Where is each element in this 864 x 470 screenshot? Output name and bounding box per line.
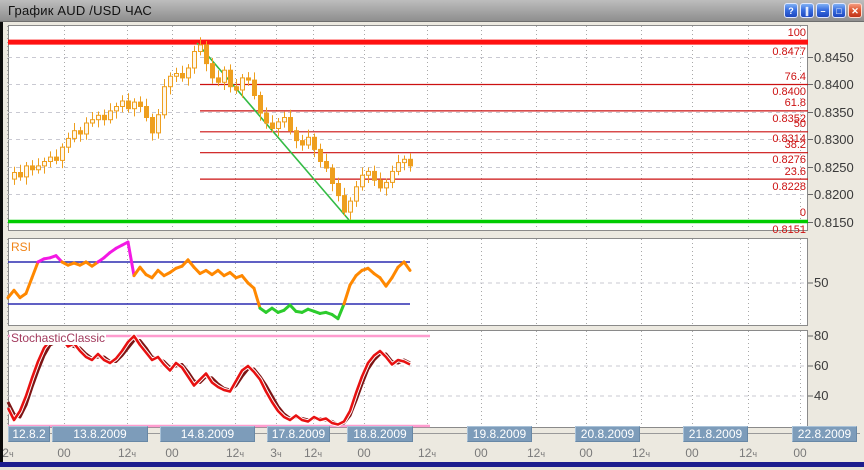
date-axis-label: 14.8.2009: [160, 426, 255, 442]
time-axis-label: 00: [357, 446, 370, 460]
chart-graphics: [0, 0, 864, 470]
price-axis-label: 0.8250: [814, 160, 854, 175]
fib-pct-label: 38.2: [746, 139, 806, 151]
fib-price-label: 0.8151: [746, 224, 806, 236]
stochastic-indicator-label: StochasticClassic: [10, 331, 106, 345]
date-axis-label: 19.8.2009: [467, 426, 532, 442]
time-axis-label: 00: [793, 446, 806, 460]
time-axis-label: 3ч: [270, 446, 281, 460]
time-axis-label: 12ч: [118, 446, 136, 460]
fib-pct-label: 50: [746, 118, 806, 130]
date-axis-label: 18.8.2009: [347, 426, 413, 442]
chart-window: График AUD /USD ЧАС ?∥–□✕ RSI Stochastic…: [0, 0, 864, 470]
time-axis-label: 12ч: [527, 446, 545, 460]
date-axis-label: 13.8.2009: [52, 426, 148, 442]
window-left-edge: [0, 22, 3, 463]
fib-price-label: 0.8477: [746, 46, 806, 58]
stochastic-graphics: [8, 336, 813, 426]
fib-price-label: 0.8276: [746, 154, 806, 166]
time-axis-label: 12ч: [418, 446, 436, 460]
stoch-main-line: [8, 336, 410, 425]
time-axis-label: 2ч: [2, 446, 13, 460]
fib-price-label: 0.8228: [746, 181, 806, 193]
fib-pct-label: 100: [746, 27, 806, 39]
price-axis-label: 0.8300: [814, 132, 854, 147]
stoch-axis-label: 40: [814, 388, 828, 403]
date-axis-label: 12.8.2: [8, 426, 50, 442]
time-axis-label: 00: [165, 446, 178, 460]
candlesticks: [13, 37, 413, 220]
time-axis-label: 00: [579, 446, 592, 460]
rsi-axis-label: 50: [814, 275, 828, 290]
fib-pct-label: 23.6: [746, 166, 806, 178]
date-axis-label: 22.8.2009: [792, 426, 857, 442]
fib-pct-label: 0: [746, 207, 806, 219]
price-axis-label: 0.8150: [814, 215, 854, 230]
time-axis-label: 12ч: [632, 446, 650, 460]
time-axis-label: 12ч: [739, 446, 757, 460]
time-axis-label: 00: [57, 446, 70, 460]
time-axis-label: 12ч: [304, 446, 322, 460]
rsi-indicator-label: RSI: [10, 240, 32, 254]
fib-pct-label: 76.4: [746, 71, 806, 83]
stoch-axis-label: 80: [814, 328, 828, 343]
price-axis-label: 0.8200: [814, 187, 854, 202]
fib-price-label: 0.8400: [746, 86, 806, 98]
date-axis-label: 21.8.2009: [683, 426, 748, 442]
price-axis-label: 0.8350: [814, 105, 854, 120]
time-axis-label: 12ч: [226, 446, 244, 460]
time-axis-label: 00: [474, 446, 487, 460]
date-axis-label: 20.8.2009: [575, 426, 640, 442]
gridlines: [8, 26, 814, 427]
stoch-axis-label: 60: [814, 358, 828, 373]
price-axis-label: 0.8450: [814, 50, 854, 65]
fib-pct-label: 61.8: [746, 97, 806, 109]
price-axis-label: 0.8400: [814, 77, 854, 92]
date-axis-label: 17.8.2009: [267, 426, 330, 442]
time-axis-label: 00: [685, 446, 698, 460]
